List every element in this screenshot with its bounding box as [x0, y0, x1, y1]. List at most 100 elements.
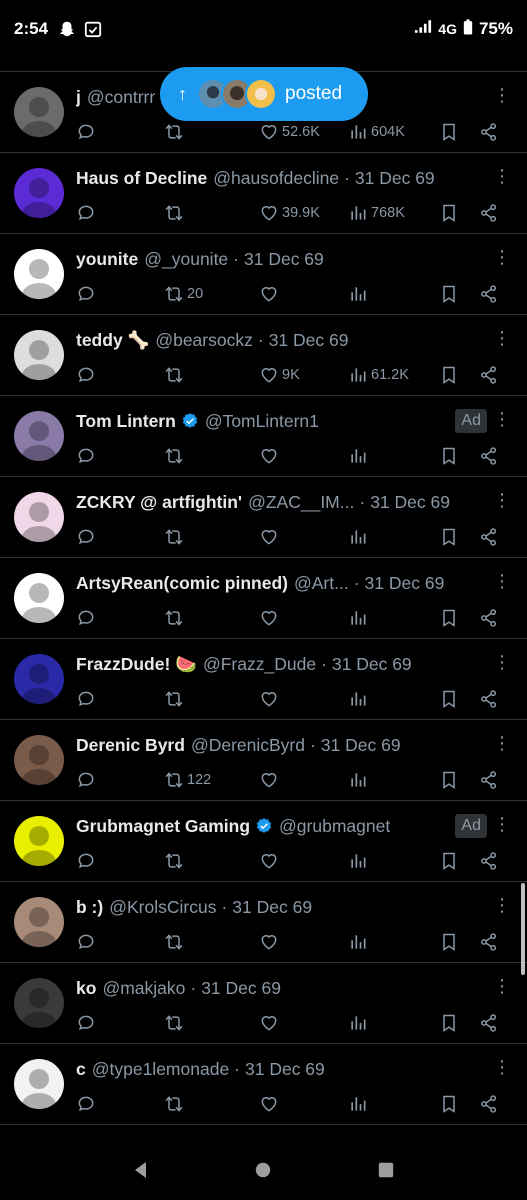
views-button[interactable]: 768K: [348, 201, 405, 225]
like-button[interactable]: [259, 1011, 282, 1035]
views-button[interactable]: [348, 849, 371, 873]
share-button[interactable]: [479, 1011, 499, 1035]
retweet-button[interactable]: [164, 849, 187, 873]
display-name[interactable]: teddy 🦴: [76, 330, 149, 351]
reply-button[interactable]: [76, 201, 99, 225]
user-handle[interactable]: @_younite: [144, 249, 228, 270]
user-handle[interactable]: @type1lemonade: [92, 1059, 229, 1080]
more-options-icon[interactable]: ⋮: [493, 572, 511, 592]
more-options-icon[interactable]: ⋮: [493, 653, 511, 673]
tweet-row[interactable]: ArtsyRean(comic pinned) @Art... · 31 Dec …: [0, 558, 527, 639]
user-handle[interactable]: @grubmagnet: [279, 816, 390, 837]
bookmark-button[interactable]: [439, 282, 459, 306]
views-button[interactable]: [348, 768, 371, 792]
views-button[interactable]: [348, 606, 371, 630]
more-options-icon[interactable]: ⋮: [493, 410, 511, 430]
avatar[interactable]: [14, 168, 64, 218]
display-name[interactable]: c: [76, 1059, 86, 1080]
user-handle[interactable]: @TomLintern1: [205, 411, 319, 432]
more-options-icon[interactable]: ⋮: [493, 896, 511, 916]
share-button[interactable]: [479, 282, 499, 306]
like-button[interactable]: 39.9K: [259, 201, 320, 225]
retweet-button[interactable]: [164, 201, 187, 225]
like-button[interactable]: [259, 606, 282, 630]
scrollbar[interactable]: [521, 883, 525, 975]
share-button[interactable]: [479, 930, 499, 954]
share-button[interactable]: [479, 201, 499, 225]
user-handle[interactable]: @Frazz_Dude: [203, 654, 316, 675]
user-handle[interactable]: @contrrr: [87, 87, 155, 108]
bookmark-button[interactable]: [439, 930, 459, 954]
like-button[interactable]: [259, 849, 282, 873]
bookmark-button[interactable]: [439, 363, 459, 387]
reply-button[interactable]: [76, 525, 99, 549]
bookmark-button[interactable]: [439, 849, 459, 873]
like-button[interactable]: [259, 444, 282, 468]
views-button[interactable]: [348, 282, 371, 306]
more-options-icon[interactable]: ⋮: [493, 167, 511, 187]
reply-button[interactable]: [76, 687, 99, 711]
avatar[interactable]: [14, 573, 64, 623]
tweet-row[interactable]: Grubmagnet Gaming @grubmagnet Ad ⋮: [0, 801, 527, 882]
reply-button[interactable]: [76, 930, 99, 954]
reply-button[interactable]: [76, 444, 99, 468]
views-button[interactable]: [348, 444, 371, 468]
user-handle[interactable]: @KrolsCircus: [109, 897, 216, 918]
views-button[interactable]: 61.2K: [348, 363, 409, 387]
display-name[interactable]: Derenic Byrd: [76, 735, 185, 756]
display-name[interactable]: Grubmagnet Gaming: [76, 816, 250, 837]
retweet-button[interactable]: [164, 930, 187, 954]
recents-icon[interactable]: [371, 1155, 401, 1185]
avatar[interactable]: [14, 1059, 64, 1109]
more-options-icon[interactable]: ⋮: [493, 734, 511, 754]
like-button[interactable]: [259, 282, 282, 306]
timeline-feed[interactable]: j @contrrr ⋮ 52.6K 604K Haus of Decline …: [0, 58, 527, 1140]
more-options-icon[interactable]: ⋮: [493, 977, 511, 997]
more-options-icon[interactable]: ⋮: [493, 1058, 511, 1078]
reply-button[interactable]: [76, 282, 99, 306]
more-options-icon[interactable]: ⋮: [493, 491, 511, 511]
bookmark-button[interactable]: [439, 768, 459, 792]
like-button[interactable]: [259, 768, 282, 792]
retweet-button[interactable]: [164, 363, 187, 387]
tweet-row[interactable]: ZCKRY @ artfightin' @ZAC__IM... · 31 Dec …: [0, 477, 527, 558]
display-name[interactable]: Haus of Decline: [76, 168, 207, 189]
reply-button[interactable]: [76, 768, 99, 792]
tweet-row[interactable]: ko @makjako · 31 Dec 69 ⋮: [0, 963, 527, 1044]
share-button[interactable]: [479, 1092, 499, 1116]
retweet-button[interactable]: [164, 1011, 187, 1035]
bookmark-button[interactable]: [439, 201, 459, 225]
display-name[interactable]: Tom Lintern: [76, 411, 176, 432]
retweet-button[interactable]: [164, 1092, 187, 1116]
share-button[interactable]: [479, 120, 499, 144]
like-button[interactable]: [259, 525, 282, 549]
retweet-button[interactable]: 20: [164, 282, 203, 306]
bookmark-button[interactable]: [439, 606, 459, 630]
display-name[interactable]: b :): [76, 897, 103, 918]
reply-button[interactable]: [76, 606, 99, 630]
tweet-row[interactable]: younite @_younite · 31 Dec 69 ⋮ 20: [0, 234, 527, 315]
share-button[interactable]: [479, 525, 499, 549]
new-posts-pill[interactable]: ↑ posted: [160, 67, 368, 121]
avatar[interactable]: [14, 492, 64, 542]
avatar[interactable]: [14, 816, 64, 866]
views-button[interactable]: [348, 687, 371, 711]
retweet-button[interactable]: [164, 525, 187, 549]
share-button[interactable]: [479, 687, 499, 711]
reply-button[interactable]: [76, 363, 99, 387]
views-button[interactable]: [348, 930, 371, 954]
display-name[interactable]: FrazzDude! 🍉: [76, 654, 197, 675]
retweet-button[interactable]: [164, 687, 187, 711]
share-button[interactable]: [479, 363, 499, 387]
avatar[interactable]: [14, 249, 64, 299]
tweet-row[interactable]: FrazzDude! 🍉 @Frazz_Dude · 31 Dec 69 ⋮: [0, 639, 527, 720]
user-handle[interactable]: @DerenicByrd: [191, 735, 305, 756]
retweet-button[interactable]: [164, 444, 187, 468]
tweet-row[interactable]: Tom Lintern @TomLintern1 Ad ⋮: [0, 396, 527, 477]
display-name[interactable]: ZCKRY @ artfightin': [76, 492, 242, 513]
home-icon[interactable]: [248, 1155, 278, 1185]
share-button[interactable]: [479, 444, 499, 468]
more-options-icon[interactable]: ⋮: [493, 329, 511, 349]
bookmark-button[interactable]: [439, 1011, 459, 1035]
display-name[interactable]: ArtsyRean(comic pinned): [76, 573, 288, 594]
